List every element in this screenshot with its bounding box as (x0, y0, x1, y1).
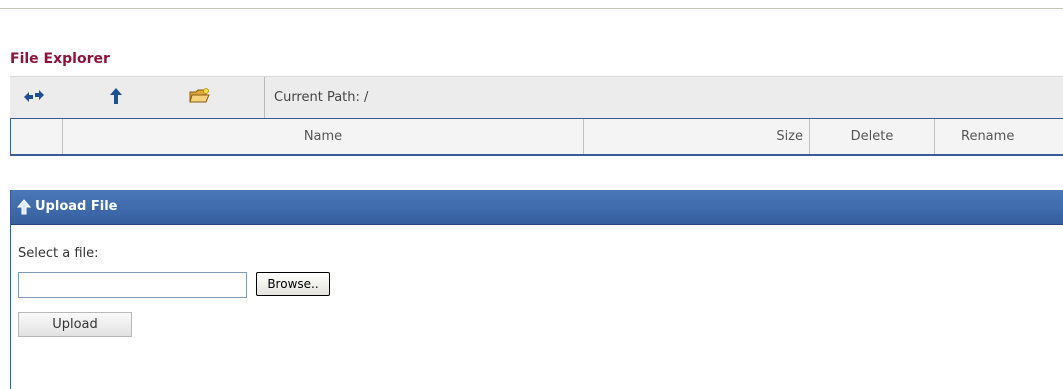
size-column-header[interactable]: Size (584, 119, 810, 154)
file-explorer-toolbar: Current Path: / (10, 76, 1063, 118)
select-file-label: Select a file: (18, 246, 99, 261)
file-grid-header: Name Size Delete Rename (10, 118, 1063, 156)
file-explorer-title: File Explorer (10, 51, 110, 67)
refresh-arrows-button[interactable] (22, 85, 46, 107)
file-path-input[interactable] (18, 272, 247, 298)
up-arrow-icon (110, 88, 122, 104)
browse-button[interactable]: Browse.. (256, 272, 330, 296)
refresh-arrows-icon (24, 90, 44, 102)
current-path-label: Current Path: / (274, 90, 369, 105)
rename-column-header[interactable]: Rename (935, 119, 1063, 154)
upload-file-panel: Upload File Select a file: Browse.. Uplo… (10, 190, 1063, 389)
new-folder-icon (189, 88, 210, 103)
toolbar-separator (264, 77, 265, 118)
new-folder-button[interactable] (187, 85, 211, 107)
top-divider (0, 8, 1063, 9)
delete-column-header[interactable]: Delete (810, 119, 935, 154)
name-column-header[interactable]: Name (63, 119, 584, 154)
upload-button[interactable]: Upload (18, 312, 132, 337)
up-directory-button[interactable] (104, 85, 128, 107)
select-column-header[interactable] (11, 119, 63, 154)
upload-panel-title: Upload File (35, 199, 118, 214)
upload-arrow-icon (17, 199, 31, 215)
upload-panel-header: Upload File (11, 190, 1063, 225)
